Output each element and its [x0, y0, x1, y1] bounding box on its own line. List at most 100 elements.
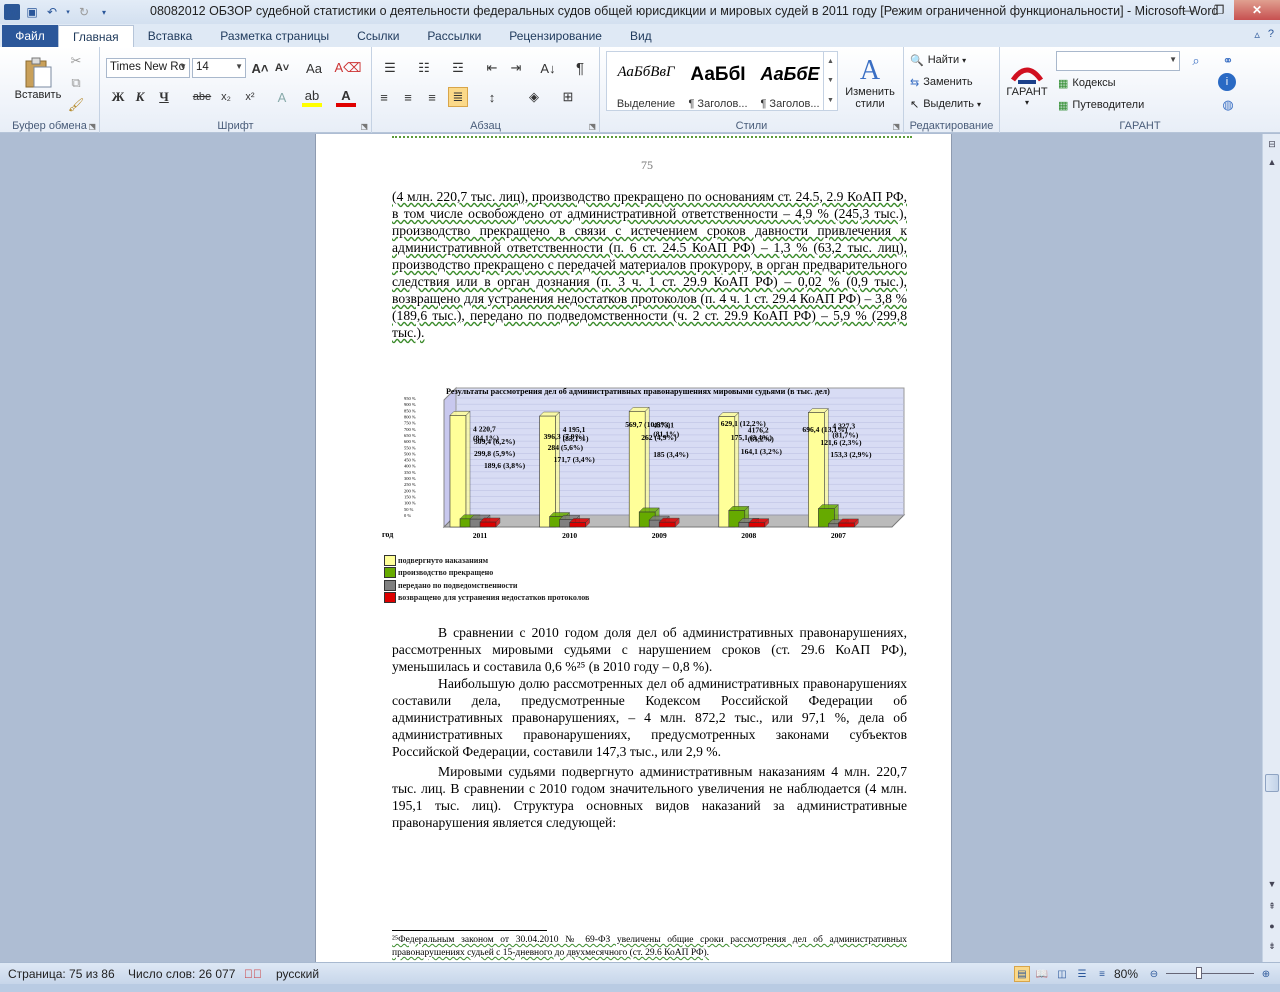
cut-icon[interactable]: ✂ [66, 51, 86, 71]
status-page[interactable]: Страница: 75 из 86 [8, 967, 115, 981]
sort-icon[interactable]: A↓ [538, 58, 558, 78]
dialog-launcher-icon[interactable]: ⬔ [88, 122, 96, 131]
globe-icon[interactable]: ◍ [1218, 95, 1238, 115]
redo-icon[interactable]: ↻ [76, 4, 92, 20]
close-button[interactable]: ✕ [1234, 0, 1280, 20]
save-icon[interactable]: ▣ [24, 4, 40, 20]
chevron-up-icon[interactable]: ▲ [827, 58, 834, 65]
scroll-up-icon[interactable]: ▲ [1264, 154, 1280, 170]
document-page[interactable]: 75 (4 млн. 220,7 тыс. лиц), производство… [315, 134, 952, 962]
zoom-slider-track[interactable] [1166, 973, 1254, 974]
grow-font-icon[interactable]: A˄ [250, 58, 270, 78]
gallery-scroll[interactable]: ▲ ▼ ▼ [823, 52, 837, 110]
change-case-icon[interactable]: Aa [304, 58, 324, 78]
full-screen-reading-icon[interactable]: 📖 [1034, 966, 1050, 982]
line-spacing-icon[interactable]: ↕ [482, 87, 502, 107]
increase-indent-icon[interactable]: ⇥ [506, 58, 526, 78]
chevron-down-icon[interactable]: ▼ [827, 77, 834, 84]
ruler-toggle-icon[interactable]: ⊟ [1264, 136, 1280, 152]
strikethrough-button[interactable]: abe [192, 87, 212, 107]
status-language[interactable]: русский [276, 967, 319, 981]
tab-mailings[interactable]: Рассылки [413, 25, 495, 47]
tab-view[interactable]: Вид [616, 25, 666, 47]
dialog-launcher-icon[interactable]: ⬔ [588, 122, 596, 131]
style-heading-2[interactable]: АаБбЕ ¶ Заголов... [755, 58, 825, 114]
qat-customize-icon[interactable]: ▾ [96, 4, 112, 20]
shrink-font-icon[interactable]: A˅ [272, 58, 292, 78]
format-painter-icon[interactable]: 🖌 [66, 95, 86, 115]
tab-home[interactable]: Главная [58, 25, 134, 47]
paragraph-1[interactable]: (4 млн. 220,7 тыс. лиц), производство пр… [392, 188, 907, 341]
outline-view-icon[interactable]: ☰ [1074, 966, 1090, 982]
multilevel-list-icon[interactable]: ☲ [448, 58, 468, 78]
superscript-button[interactable]: x² [240, 87, 260, 107]
minimize-button[interactable]: — [1174, 0, 1204, 20]
info-icon[interactable]: i [1218, 73, 1236, 91]
spelling-check-icon[interactable]: ✓⃠ [244, 967, 262, 981]
font-size-combo[interactable]: 14 ▼ [192, 58, 246, 78]
underline-button[interactable]: Ч [154, 87, 174, 107]
paragraph-2[interactable]: В сравнении с 2010 годом доля дел об адм… [392, 624, 907, 675]
link-icon[interactable]: ⚭ [1218, 51, 1238, 71]
paragraph-4[interactable]: Мировыми судьями подвергнуто администрат… [392, 763, 907, 831]
minimize-ribbon-icon[interactable]: ▵ [1254, 28, 1260, 41]
tab-insert[interactable]: Вставка [134, 25, 207, 47]
shading-icon[interactable]: ◈ [524, 87, 544, 107]
find-button[interactable]: 🔍 Найти ▾ [910, 51, 966, 69]
bullets-icon[interactable]: ☰ [380, 58, 400, 78]
subscript-button[interactable]: x₂ [216, 87, 236, 107]
undo-icon[interactable]: ↶ [44, 4, 60, 20]
dialog-launcher-icon[interactable]: ⬔ [360, 122, 368, 131]
show-marks-icon[interactable]: ¶ [570, 58, 590, 78]
font-color-icon[interactable]: A [336, 87, 356, 107]
tab-review[interactable]: Рецензирование [495, 25, 616, 47]
search-icon[interactable]: ⌕ [1186, 51, 1206, 71]
status-word-count[interactable]: Число слов: 26 077 [128, 967, 235, 981]
next-page-icon[interactable]: ⇟ [1264, 938, 1280, 954]
align-right-icon[interactable]: ≡ [422, 87, 442, 107]
guides-button[interactable]: ▦ Путеводители [1058, 96, 1144, 114]
zoom-in-icon[interactable]: ⊕ [1258, 966, 1274, 982]
italic-button[interactable]: К [130, 87, 150, 107]
change-styles-button[interactable]: A Изменить стили [842, 51, 898, 115]
vertical-scrollbar[interactable]: ⊟ ▲ ▼ ⇞ ● ⇟ [1262, 134, 1280, 962]
clear-formatting-icon[interactable]: A⌫ [334, 58, 361, 78]
text-effects-icon[interactable]: A [272, 87, 292, 107]
numbering-icon[interactable]: ☷ [414, 58, 434, 78]
justify-icon[interactable]: ≣ [448, 87, 468, 107]
codes-button[interactable]: ▦ Кодексы [1058, 74, 1116, 92]
paste-button[interactable]: Вставить [10, 51, 66, 107]
garant-search-combo[interactable]: ▼ [1056, 51, 1180, 71]
bold-button[interactable]: Ж [108, 87, 128, 107]
web-layout-icon[interactable]: ◫ [1054, 966, 1070, 982]
scroll-down-icon[interactable]: ▼ [1264, 876, 1280, 892]
scroll-thumb[interactable] [1265, 774, 1279, 792]
help-icon[interactable]: ? [1268, 28, 1274, 41]
align-left-icon[interactable]: ≡ [374, 87, 394, 107]
dialog-launcher-icon[interactable]: ⬔ [892, 122, 900, 131]
replace-button[interactable]: ⇆ Заменить [910, 73, 973, 91]
copy-icon[interactable]: ⧉ [66, 73, 86, 93]
undo-dropdown-icon[interactable]: ▾ [64, 4, 72, 20]
garant-button[interactable]: ГАРАНТ ▾ [1004, 51, 1050, 113]
footnote[interactable]: ²⁵Федеральным законом от 30.04.2010 № 69… [392, 934, 907, 960]
align-center-icon[interactable]: ≡ [398, 87, 418, 107]
tab-references[interactable]: Ссылки [343, 25, 413, 47]
style-emphasis[interactable]: АаБбВвГ Выделение [611, 58, 681, 114]
font-family-combo[interactable]: Times New Ro ▼ [106, 58, 190, 78]
more-icon[interactable]: ▼ [827, 97, 834, 104]
zoom-level[interactable]: 80% [1114, 967, 1138, 981]
select-browse-object-icon[interactable]: ● [1264, 918, 1280, 934]
zoom-slider-thumb[interactable] [1196, 967, 1202, 979]
draft-view-icon[interactable]: ≡ [1094, 966, 1110, 982]
tab-page-layout[interactable]: Разметка страницы [206, 25, 343, 47]
maximize-button[interactable]: ❐ [1204, 0, 1234, 20]
style-heading-1[interactable]: АаБбІ ¶ Заголов... [683, 58, 753, 114]
highlight-icon[interactable]: ab [302, 87, 322, 107]
previous-page-icon[interactable]: ⇞ [1264, 898, 1280, 914]
print-layout-view-icon[interactable]: ▤ [1014, 966, 1030, 982]
paragraph-3[interactable]: Наибольшую долю рассмотренных дел об адм… [392, 675, 907, 760]
word-logo-icon[interactable]: W [4, 4, 20, 20]
zoom-out-icon[interactable]: ⊖ [1146, 966, 1162, 982]
select-button[interactable]: ↖ Выделить ▾ [910, 95, 981, 113]
